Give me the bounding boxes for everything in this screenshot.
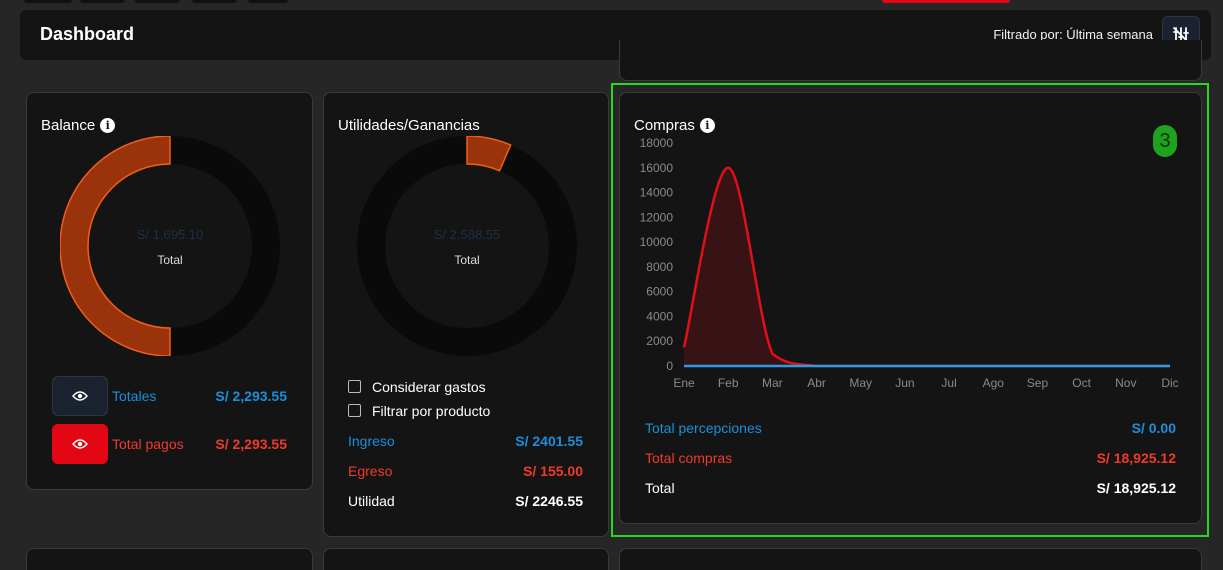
utilidades-donut-svg (357, 135, 577, 356)
donut-center-value: S/ 1,695.10 (136, 227, 204, 242)
totales-label: Totales (112, 388, 157, 404)
donut-center-label: Total (454, 253, 480, 267)
top-tab-stub[interactable] (248, 0, 288, 3)
filtrar-producto-checkbox[interactable] (348, 404, 361, 417)
top-red-button-stub[interactable] (882, 0, 1010, 3)
eye-icon (72, 439, 88, 449)
utilidad-label: Utilidad (348, 493, 395, 509)
ingreso-value: S/ 2401.55 (515, 433, 583, 449)
eye-icon (72, 391, 88, 401)
total-pagos-label: Total pagos (112, 436, 184, 452)
top-tab-stub[interactable] (80, 0, 125, 3)
ingreso-label: Ingreso (348, 433, 395, 449)
selection-highlight (611, 83, 1209, 537)
donut-track (357, 136, 577, 356)
donut-center-value: S/ 2,588.55 (433, 227, 501, 242)
top-tab-stub[interactable] (192, 0, 237, 3)
total-pagos-eye-button[interactable] (52, 424, 108, 464)
donut-segment-pagos[interactable] (59, 135, 171, 357)
balance-title-text: Balance (41, 117, 96, 134)
balance-card: Balance i S/ 1,695.10 Total Totales S/ 2… (26, 92, 313, 490)
totales-value: S/ 2,293.55 (215, 388, 287, 404)
top-tab-stub[interactable] (135, 0, 180, 3)
top-tab-stub[interactable] (24, 0, 72, 3)
page-title: Dashboard (40, 24, 135, 44)
utilidad-value: S/ 2246.55 (515, 493, 583, 509)
utilidades-donut: S/ 2,588.55 Total (357, 135, 577, 356)
utilidades-title: Utilidades/Ganancias (338, 117, 480, 134)
partial-card-top (619, 40, 1202, 81)
balance-donut: S/ 1,695.10 Total (59, 135, 280, 357)
balance-title: Balance i (41, 117, 116, 134)
info-icon[interactable]: i (100, 118, 116, 133)
bottom-card (323, 548, 609, 570)
total-pagos-value: S/ 2,293.55 (215, 436, 287, 452)
considerar-gastos-label: Considerar gastos (372, 379, 486, 395)
filtrar-producto-label: Filtrar por producto (372, 403, 491, 419)
considerar-gastos-checkbox[interactable] (348, 380, 361, 393)
balance-donut-svg (59, 135, 280, 357)
bottom-card (26, 548, 313, 570)
egreso-value: S/ 155.00 (523, 463, 583, 479)
totales-eye-button[interactable] (52, 376, 108, 416)
bottom-card (619, 548, 1202, 570)
utilidades-card: Utilidades/Ganancias S/ 2,588.55 Total C… (323, 92, 609, 537)
donut-center-label: Total (157, 253, 183, 267)
egreso-label: Egreso (348, 463, 393, 479)
